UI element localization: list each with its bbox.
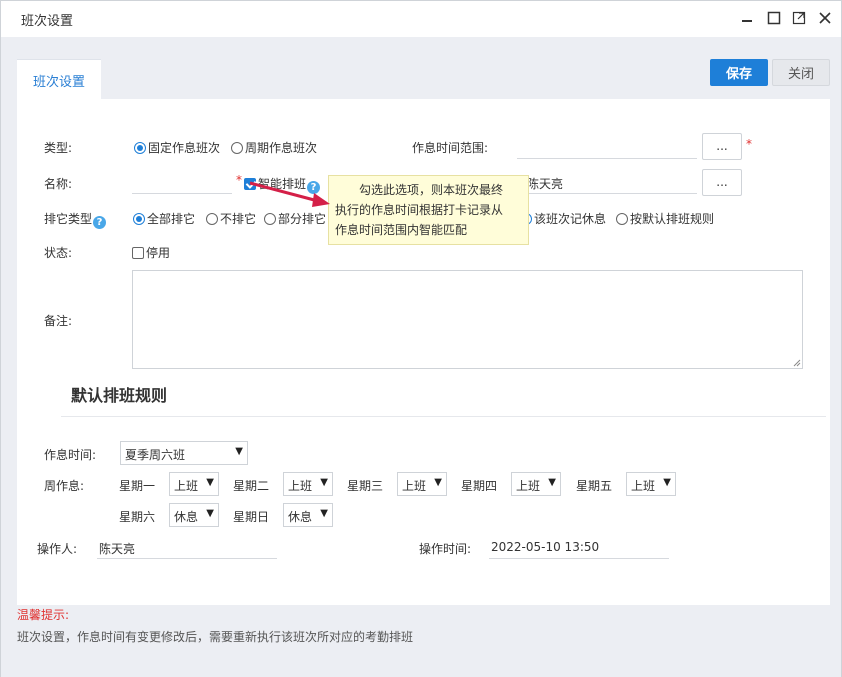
remark-label: 备注: (44, 314, 73, 328)
window-title: 班次设置 (21, 14, 74, 29)
type-option-cycle[interactable]: 周期作息班次 (231, 139, 317, 156)
day-label: 星期五 (576, 479, 613, 493)
minimize-icon[interactable] (739, 10, 755, 26)
day-label: 星期日 (233, 510, 270, 524)
day-label: 星期二 (233, 479, 270, 493)
day-select-sun[interactable]: 休息 ▼ (283, 503, 333, 527)
maximize-icon[interactable] (766, 10, 782, 26)
type-label: 类型: (44, 141, 73, 155)
close-icon[interactable] (817, 10, 833, 26)
person-picker-button[interactable]: ... (702, 169, 742, 196)
help-icon[interactable]: ? (93, 216, 107, 229)
remark-textarea[interactable] (132, 270, 803, 369)
status-label: 状态: (44, 246, 73, 260)
chevron-down-icon: ▼ (663, 477, 671, 488)
schedule-type-all[interactable]: 全部排它 (133, 210, 195, 227)
chevron-down-icon: ▼ (548, 477, 556, 488)
radio-icon[interactable] (616, 213, 628, 225)
time-value: 2022-05-10 13:50 (489, 537, 669, 559)
resize-handle-icon[interactable] (793, 359, 801, 367)
fullscreen-icon[interactable] (791, 10, 807, 26)
worktime-select[interactable]: 夏季周六班 ▼ (120, 441, 248, 465)
name-label: 名称: (44, 177, 73, 191)
schedule-type-none[interactable]: 不排它 (206, 210, 256, 227)
chevron-down-icon: ▼ (320, 477, 328, 488)
worktime-label: 作息时间: (44, 448, 97, 462)
smart-schedule-tooltip: 勾选此选项，则本班次最终 执行的作息时间根据打卡记录从 作息时间范围内智能匹配 (328, 175, 529, 245)
worktime-range-picker-button[interactable]: ... (702, 133, 742, 160)
radio-icon[interactable] (264, 213, 276, 225)
person-input[interactable]: 陈天亮 (517, 172, 697, 194)
disabled-checkbox[interactable]: 停用 (132, 244, 170, 261)
dialog-window: 班次设置 班次设置 保存 关闭 类型: 固定作息班次 周期作息班次 作息时间范围… (0, 0, 842, 677)
section-title: 默认排班规则 (71, 386, 168, 405)
worktime-range-input[interactable] (517, 137, 697, 159)
radio-icon[interactable] (206, 213, 218, 225)
schedule-type-label: 排它类型? (44, 210, 107, 229)
pointer-arrow-icon (249, 181, 330, 207)
radio-icon[interactable] (133, 213, 145, 225)
day-label: 星期六 (119, 510, 156, 524)
required-mark: * (746, 137, 752, 151)
day-label: 星期四 (461, 479, 498, 493)
schedule-type-partial[interactable]: 部分排它 (264, 210, 326, 227)
chevron-down-icon: ▼ (434, 477, 442, 488)
rest-option-default[interactable]: 按默认排班规则 (616, 210, 714, 227)
tab-shift-settings[interactable]: 班次设置 (17, 59, 101, 100)
chevron-down-icon: ▼ (235, 446, 243, 457)
radio-icon[interactable] (134, 142, 146, 154)
chevron-down-icon: ▼ (206, 477, 214, 488)
name-input[interactable] (132, 172, 232, 194)
operator-value: 陈天亮 (97, 537, 277, 559)
chevron-down-icon: ▼ (320, 508, 328, 519)
hint-text: 班次设置，作息时间有变更修改后，需要重新执行该班次所对应的考勤排班 (17, 630, 414, 644)
day-select-thu[interactable]: 上班 ▼ (511, 472, 561, 496)
hint-title: 温馨提示: (17, 608, 70, 622)
day-select-sat[interactable]: 休息 ▼ (169, 503, 219, 527)
required-mark: * (236, 173, 242, 187)
day-label: 星期一 (119, 479, 156, 493)
close-button[interactable]: 关闭 (772, 59, 830, 86)
tab-label: 班次设置 (33, 75, 86, 90)
title-bar: 班次设置 (1, 1, 841, 37)
worktime-range-label: 作息时间范围: (412, 141, 489, 155)
divider (61, 416, 826, 417)
type-option-fixed[interactable]: 固定作息班次 (134, 139, 220, 156)
operator-label: 操作人: (37, 542, 78, 556)
save-button[interactable]: 保存 (710, 59, 768, 86)
rest-option-shift[interactable]: 该班次记休息 (520, 210, 606, 227)
checkbox-icon[interactable] (132, 247, 144, 259)
chevron-down-icon: ▼ (206, 508, 214, 519)
day-select-mon[interactable]: 上班 ▼ (169, 472, 219, 496)
day-select-tue[interactable]: 上班 ▼ (283, 472, 333, 496)
day-select-fri[interactable]: 上班 ▼ (626, 472, 676, 496)
radio-icon[interactable] (231, 142, 243, 154)
day-select-wed[interactable]: 上班 ▼ (397, 472, 447, 496)
day-label: 星期三 (347, 479, 384, 493)
week-label: 周作息: (44, 479, 85, 493)
time-label: 操作时间: (419, 542, 472, 556)
